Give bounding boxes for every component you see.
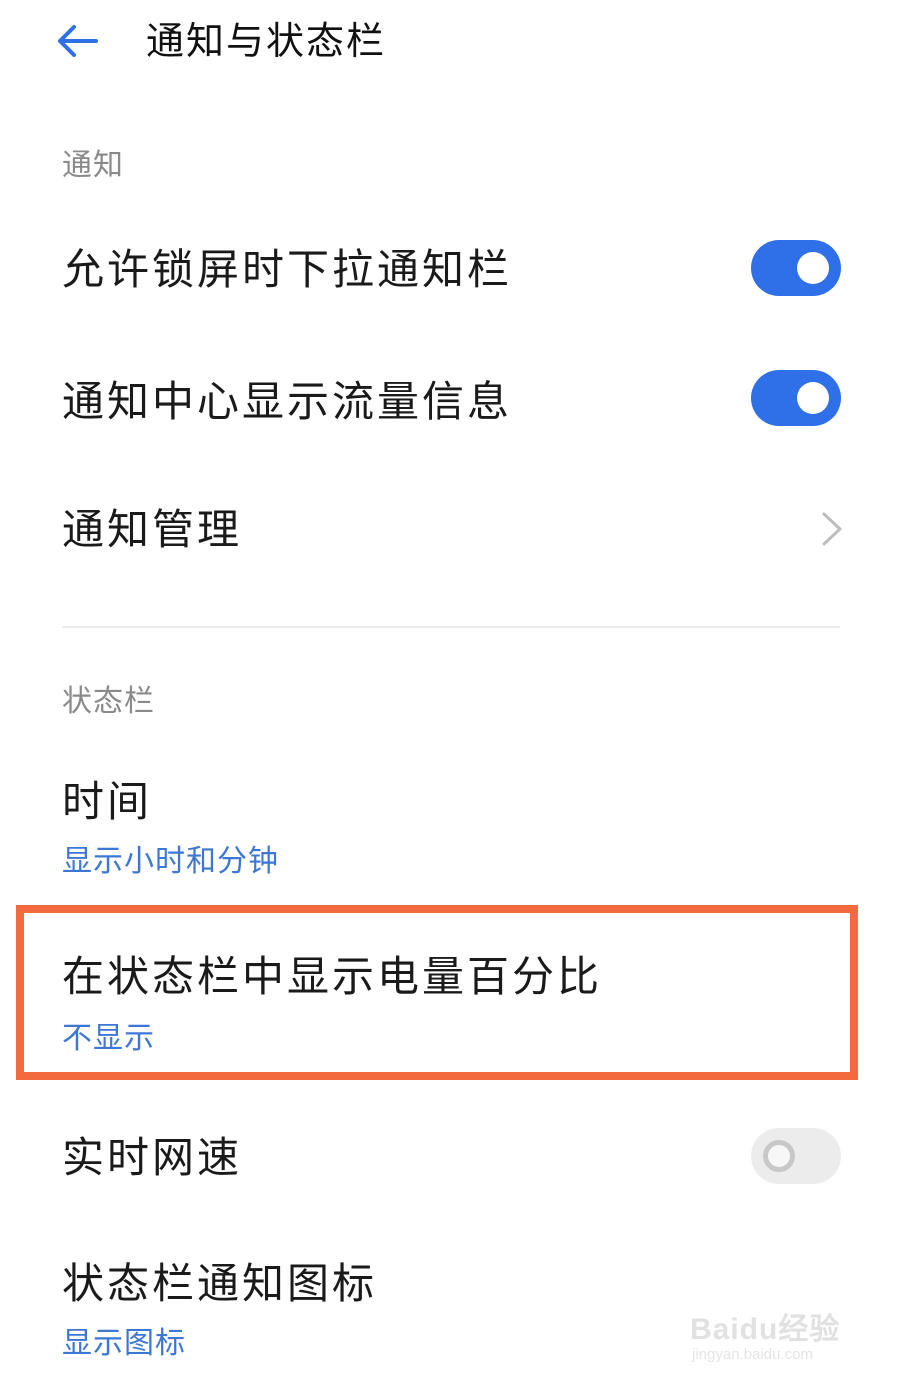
- row-title: 时间: [62, 777, 153, 826]
- row-subtitle: 显示小时和分钟: [62, 844, 279, 879]
- row-title: 通知中心显示流量信息: [62, 377, 513, 426]
- row-battery-percentage[interactable]: 在状态栏中显示电量百分比 不显示: [0, 945, 901, 1065]
- row-title: 状态栏通知图标: [62, 1259, 378, 1308]
- baidu-watermark: Baidu经验 jingyan.baidu.com: [690, 1290, 860, 1370]
- row-subtitle: 不显示: [62, 1021, 155, 1056]
- top-bar: 通知与状态栏: [0, 0, 901, 90]
- section-label-notification: 通知: [62, 148, 124, 183]
- row-title: 允许锁屏时下拉通知栏: [62, 245, 513, 294]
- row-lock-pull-down[interactable]: 允许锁屏时下拉通知栏: [0, 236, 901, 306]
- row-net-speed[interactable]: 实时网速: [0, 1126, 901, 1196]
- net-speed-toggle[interactable]: [751, 1128, 841, 1184]
- page-title: 通知与状态栏: [146, 19, 387, 63]
- row-title: 在状态栏中显示电量百分比: [62, 952, 603, 1001]
- section-divider: [62, 626, 840, 628]
- row-subtitle: 显示图标: [62, 1326, 186, 1361]
- row-traffic-info[interactable]: 通知中心显示流量信息: [0, 368, 901, 438]
- back-button[interactable]: [50, 18, 106, 64]
- arrow-left-icon: [58, 25, 98, 57]
- chevron-right-icon: [822, 512, 842, 546]
- section-label-statusbar: 状态栏: [62, 684, 155, 719]
- toggle-knob: [763, 1140, 795, 1172]
- row-title: 通知管理: [62, 505, 243, 554]
- row-time[interactable]: 时间 显示小时和分钟: [0, 770, 901, 890]
- row-title: 实时网速: [62, 1133, 243, 1182]
- lock-pull-down-toggle[interactable]: [751, 240, 841, 296]
- toggle-knob: [797, 382, 829, 414]
- watermark-text: Baidu经验: [690, 1313, 841, 1346]
- watermark-url: jingyan.baidu.com: [692, 1346, 813, 1363]
- traffic-info-toggle[interactable]: [751, 370, 841, 426]
- toggle-knob: [797, 252, 829, 284]
- row-notification-management[interactable]: 通知管理: [0, 496, 901, 566]
